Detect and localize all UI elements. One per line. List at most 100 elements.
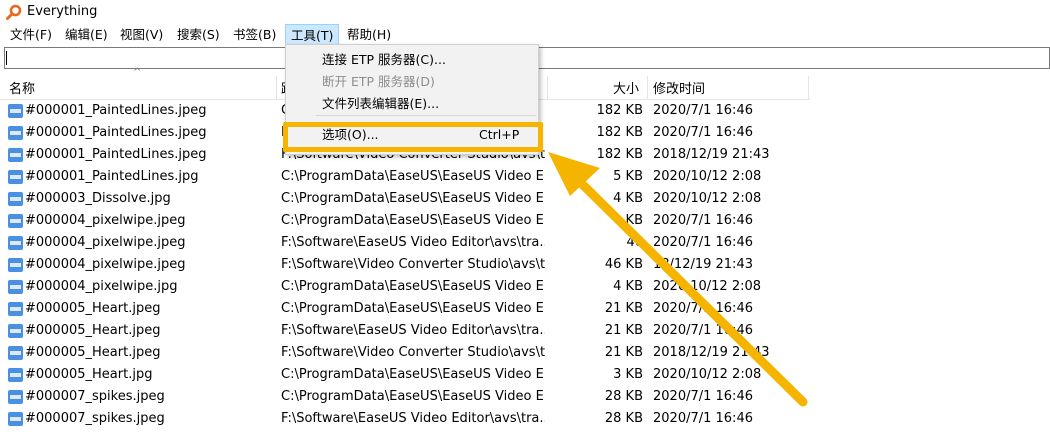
jpg-file-icon [8, 192, 23, 206]
file-size: 28 KB [604, 389, 643, 404]
file-path: C:\ProgramData\EaseUS\EaseUS Video E... [281, 213, 545, 228]
file-name: #000004_pixelwipe.jpeg [25, 235, 186, 250]
file-size: 4 KB [613, 191, 643, 206]
table-row[interactable]: #000004_pixelwipe.jpeg F:\Software\Video… [0, 254, 810, 276]
file-name: #000005_Heart.jpeg [25, 345, 161, 360]
file-name: #000003_Dissolve.jpg [25, 191, 171, 206]
jpg-file-icon [8, 214, 23, 228]
file-name: #000004_pixelwipe.jpeg [25, 257, 186, 272]
file-name: #000007_spikes.jpeg [25, 389, 165, 404]
column-size[interactable]: 大小 [613, 78, 639, 97]
file-date: 2020/7/1 16:46 [653, 301, 753, 316]
column-divider[interactable] [276, 76, 277, 99]
table-row[interactable]: #000004_pixelwipe.jpg C:\ProgramData\Eas… [0, 276, 810, 298]
file-date: 2020/7/1 16:46 [653, 235, 753, 250]
table-row[interactable]: #000005_Heart.jpeg F:\Software\EaseUS Vi… [0, 320, 810, 342]
menu-bar: 文件(F) 编辑(E) 视图(V) 搜索(S) 书签(B) 工具(T) 帮助(H… [0, 24, 1050, 46]
jpg-file-icon [8, 346, 23, 360]
file-size: 21 KB [604, 345, 643, 360]
file-name: #000004_pixelwipe.jpeg [25, 213, 186, 228]
jpg-file-icon [8, 148, 23, 162]
highlight-box [283, 122, 543, 152]
table-row[interactable]: #000003_Dissolve.jpg C:\ProgramData\Ease… [0, 188, 810, 210]
file-path: F:\Software\Video Converter Studio\avs\t… [281, 345, 545, 360]
file-date: 2018/12/19 21:43 [653, 345, 770, 360]
file-path: C:\ProgramData\EaseUS\EaseUS Video E... [281, 191, 545, 206]
file-date: 2018/12/19 21:43 [653, 147, 770, 162]
file-size: 21 KB [604, 301, 643, 316]
file-size: KB [625, 213, 643, 228]
file-date: 2020/7/1 16:46 [653, 125, 753, 140]
title-bar: Everything [0, 0, 1050, 24]
file-size: 182 KB [596, 103, 643, 118]
file-name: #000005_Heart.jpeg [25, 301, 161, 316]
file-name: #000001_PaintedLines.jpeg [25, 147, 207, 162]
file-path: C:\ProgramData\EaseUS\EaseUS Video E... [281, 169, 545, 184]
jpg-file-icon [8, 280, 23, 294]
jpg-file-icon [8, 170, 23, 184]
table-row[interactable]: #000005_Heart.jpeg F:\Software\Video Con… [0, 342, 810, 364]
jpg-file-icon [8, 368, 23, 382]
column-divider[interactable] [547, 76, 548, 99]
column-name[interactable]: 名称 [9, 78, 35, 97]
file-path: C:\ProgramData\EaseUS\EaseUS Video E... [281, 279, 545, 294]
file-date: 2020/7/1 16:46 [653, 103, 753, 118]
column-divider[interactable] [808, 76, 809, 99]
file-size: 28 KB [604, 411, 643, 426]
file-name: #000005_Heart.jpg [25, 367, 153, 382]
jpg-file-icon [8, 302, 23, 316]
file-size: 182 KB [596, 125, 643, 140]
file-date: 2020/10/12 2:08 [653, 191, 762, 206]
file-size: 3 KB [613, 367, 643, 382]
table-row[interactable]: #000007_spikes.jpeg C:\ProgramData\EaseU… [0, 386, 810, 408]
table-row[interactable]: #000005_Heart.jpeg C:\ProgramData\EaseUS… [0, 298, 810, 320]
file-name: #000007_spikes.jpeg [25, 411, 165, 426]
file-name: #000001_PaintedLines.jpeg [25, 125, 207, 140]
file-date: 2020/7/1 16:46 [653, 323, 753, 338]
column-date-modified[interactable]: 修改时间 [653, 78, 705, 97]
file-path: F:\Software\EaseUS Video Editor\avs\tra.… [281, 323, 545, 338]
file-name: #000005_Heart.jpeg [25, 323, 161, 338]
file-size: 46 [626, 235, 643, 250]
menu-edit[interactable]: 编辑(E) [60, 24, 113, 45]
file-size: 21 KB [604, 323, 643, 338]
jpg-file-icon [8, 258, 23, 272]
file-date: 18/12/19 21:43 [653, 257, 753, 272]
menu-item-disconnect-etp: 断开 ETP 服务器(D) [322, 74, 435, 89]
magnifier-app-icon [6, 4, 22, 20]
menu-separator [316, 115, 536, 116]
menu-item-file-list-editor[interactable]: 文件列表编辑器(E)... [286, 93, 538, 115]
menu-view[interactable]: 视图(V) [115, 24, 168, 45]
table-row[interactable]: #000004_pixelwipe.jpeg F:\Software\EaseU… [0, 232, 810, 254]
file-path: C:\ProgramData\EaseUS\EaseUS Video E... [281, 301, 545, 316]
file-path: F:\Software\Video Converter Studio\avs\t… [281, 257, 545, 272]
file-date: 2020/7/1 16:46 [653, 389, 753, 404]
file-path: F:\Software\EaseUS Video Editor\avs\tra.… [281, 411, 545, 426]
jpg-file-icon [8, 126, 23, 140]
file-size: 182 KB [596, 147, 643, 162]
menu-bookmarks[interactable]: 书签(B) [228, 24, 281, 45]
file-size: 46 KB [604, 257, 643, 272]
jpg-file-icon [8, 104, 23, 118]
window-title: Everything [27, 4, 98, 19]
file-name: #000001_PaintedLines.jpg [25, 169, 199, 184]
menu-search[interactable]: 搜索(S) [172, 24, 225, 45]
menu-tools[interactable]: 工具(T) [285, 24, 340, 45]
file-date: 2020 10/12 2:08 [653, 279, 762, 294]
file-size: 4 KB [613, 279, 643, 294]
file-date: 2020/10/12 2:08 [653, 367, 762, 382]
column-divider[interactable] [647, 76, 648, 99]
jpg-file-icon [8, 236, 23, 250]
text-caret [6, 51, 7, 65]
file-name: #000004_pixelwipe.jpg [25, 279, 178, 294]
menu-file[interactable]: 文件(F) [5, 24, 57, 45]
file-path: C:\ProgramData\EaseUS\EaseUS Video E... [281, 389, 545, 404]
table-row[interactable]: #000007_spikes.jpeg F:\Software\EaseUS V… [0, 408, 810, 430]
menu-item-connect-etp[interactable]: 连接 ETP 服务器(C)... [286, 49, 538, 71]
file-date: 2020/7/1 16:46 [653, 213, 753, 228]
table-row[interactable]: #000004_pixelwipe.jpeg C:\ProgramData\Ea… [0, 210, 810, 232]
table-row[interactable]: #000005_Heart.jpg C:\ProgramData\EaseUS\… [0, 364, 810, 386]
table-row[interactable]: #000001_PaintedLines.jpg C:\ProgramData\… [0, 166, 810, 188]
menu-help[interactable]: 帮助(H) [342, 24, 396, 45]
file-size: 5 KB [613, 169, 643, 184]
